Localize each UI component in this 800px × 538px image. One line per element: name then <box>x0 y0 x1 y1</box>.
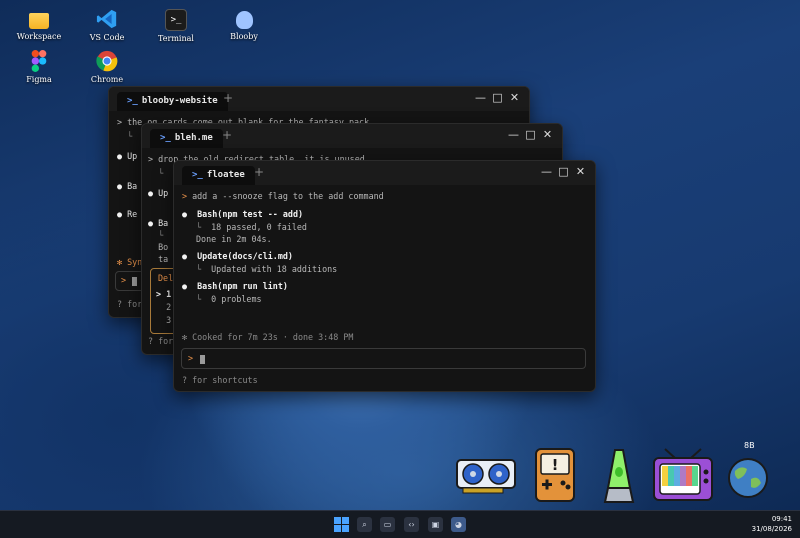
desktop-icon-label: Chrome <box>90 75 124 84</box>
window-titlebar[interactable]: >_ blooby-website + — □ ✕ <box>109 87 529 111</box>
shortcut-hint: ? for <box>148 336 174 346</box>
desktop-icon-figma[interactable]: Figma <box>9 50 69 84</box>
terminal-prompt-icon: >_ <box>192 170 203 180</box>
window-controls: — □ ✕ <box>472 91 523 104</box>
input-prompt: > <box>188 353 194 363</box>
start-menu-icon[interactable] <box>334 517 349 532</box>
terminal-line: └ <box>148 168 164 178</box>
blooby-icon <box>235 11 253 29</box>
terminal-line: ● Up <box>148 188 169 198</box>
tab-title: blooby-website <box>141 96 218 106</box>
terminal-window-floatee[interactable]: >_ floatee + — □ ✕ > add a --snooze flag to… <box>173 160 596 392</box>
window-titlebar[interactable]: >_ bleh.me + — □ ✕ <box>142 124 562 148</box>
globe-widget-label: 8B <box>744 441 755 450</box>
minimize-button[interactable]: — <box>505 128 522 141</box>
terminal-line: ● Ba <box>148 218 169 228</box>
terminal-prompt-icon: >_ <box>127 96 138 106</box>
window-controls: — □ ✕ <box>538 165 589 178</box>
desktop-icon-label: Figma <box>26 75 52 84</box>
cursor <box>200 354 205 364</box>
globe-widget-icon[interactable] <box>727 457 769 499</box>
tab-bleh-me[interactable]: >_ bleh.me <box>150 129 223 148</box>
terminal-taskbar-icon[interactable]: ▣ <box>428 517 443 532</box>
lava-lamp-widget-icon[interactable] <box>603 448 635 506</box>
chrome-icon <box>96 50 118 72</box>
desktop-icon-blooby[interactable]: Blooby <box>214 9 274 41</box>
tab-floatee[interactable]: >_ floatee <box>182 166 255 185</box>
step-detail: └ 18 passed, 0 failed <box>196 222 307 232</box>
retro-tv-widget-icon[interactable] <box>651 448 715 504</box>
step-title: ● Bash(npm run lint) <box>182 281 288 291</box>
minimize-button[interactable]: — <box>538 165 555 178</box>
input-prompt: > <box>121 275 127 285</box>
terminal-line: ta <box>148 254 169 264</box>
window-controls: — □ ✕ <box>505 128 556 141</box>
close-button[interactable]: ✕ <box>506 91 523 104</box>
desktop-icon-workspace[interactable]: Workspace <box>9 10 69 41</box>
user-prompt-line: > add a --snooze flag to the add command <box>182 191 384 201</box>
terminal-line: └ <box>117 131 138 141</box>
window-titlebar[interactable]: >_ floatee + — □ ✕ <box>174 161 595 185</box>
blooby-taskbar-icon[interactable]: ◕ <box>451 517 466 532</box>
desktop: Workspace VS Code >_ Terminal Blooby Fig… <box>0 0 800 510</box>
status-line: ✻ Syn <box>117 257 143 267</box>
tab-blooby-website[interactable]: >_ blooby-website <box>117 92 228 111</box>
step-detail: └ 0 problems <box>196 294 262 304</box>
step-title: ● Bash(npm test -- add) <box>182 209 304 219</box>
terminal-line: └ <box>148 230 164 240</box>
user-prompt-text: add a --snooze flag to the add command <box>192 191 384 201</box>
panel-option[interactable]: 2 <box>156 302 171 312</box>
taskbar: ⌕ ▭ ‹› ▣ ◕ 09:41 31/08/2026 <box>0 510 800 538</box>
prompt-caret: > <box>182 191 188 201</box>
panel-line: Del <box>158 273 174 283</box>
minimize-button[interactable]: — <box>472 91 489 104</box>
close-button[interactable]: ✕ <box>539 128 556 141</box>
terminal-line: ● Up <box>117 151 138 161</box>
new-tab-button[interactable]: + <box>223 91 233 105</box>
vscode-icon <box>96 9 117 29</box>
desktop-icon-label: Workspace <box>16 32 62 41</box>
step-detail: └ Updated with 18 additions <box>196 264 338 274</box>
prompt-input[interactable]: > <box>181 348 586 369</box>
desktop-icon-label: Blooby <box>230 32 258 41</box>
file-explorer-icon[interactable]: ▭ <box>380 517 395 532</box>
search-icon[interactable]: ⌕ <box>357 517 372 532</box>
maximize-button[interactable]: □ <box>489 91 506 104</box>
system-clock[interactable]: 09:41 31/08/2026 <box>752 514 792 534</box>
maximize-button[interactable]: □ <box>555 165 572 178</box>
shortcut-hint: ? for <box>117 299 143 309</box>
clock-time: 09:41 <box>771 515 792 523</box>
desktop-icon-label: VS Code <box>89 33 125 42</box>
code-editor-icon[interactable]: ‹› <box>404 517 419 532</box>
desktop-icon-label: Terminal <box>158 34 194 43</box>
new-tab-button[interactable]: + <box>254 165 264 179</box>
close-button[interactable]: ✕ <box>572 165 589 178</box>
svg-text:!: ! <box>552 456 559 474</box>
gpu-widget-icon[interactable] <box>455 456 517 496</box>
handheld-console-widget-icon[interactable]: ! <box>533 447 577 503</box>
terminal-line: Bo <box>148 242 169 252</box>
status-line: ✻ Cooked for 7m 23s · done 3:48 PM <box>182 332 354 342</box>
tab-title: bleh.me <box>174 133 213 143</box>
shortcut-hint: ? for shortcuts <box>182 375 258 385</box>
desktop-icon-vscode[interactable]: VS Code <box>77 8 137 42</box>
cursor <box>132 276 137 286</box>
terminal-line: ● Ba <box>117 181 138 191</box>
clock-date: 31/08/2026 <box>751 525 792 533</box>
maximize-button[interactable]: □ <box>522 128 539 141</box>
step-title: ● Update(docs/cli.md) <box>182 251 293 261</box>
folder-icon <box>29 13 49 29</box>
terminal-icon: >_ <box>165 9 187 31</box>
desktop-icon-terminal[interactable]: >_ Terminal <box>146 9 206 43</box>
figma-icon <box>31 50 47 72</box>
step-detail: Done in 2m 04s. <box>196 234 272 244</box>
terminal-line: ● Re <box>117 209 138 219</box>
panel-option[interactable]: 3 <box>156 315 171 325</box>
desktop-icon-chrome[interactable]: Chrome <box>77 50 137 84</box>
new-tab-button[interactable]: + <box>222 128 232 142</box>
terminal-prompt-icon: >_ <box>160 133 171 143</box>
panel-option[interactable]: > 1 <box>156 289 171 299</box>
tab-title: floatee <box>206 170 245 180</box>
